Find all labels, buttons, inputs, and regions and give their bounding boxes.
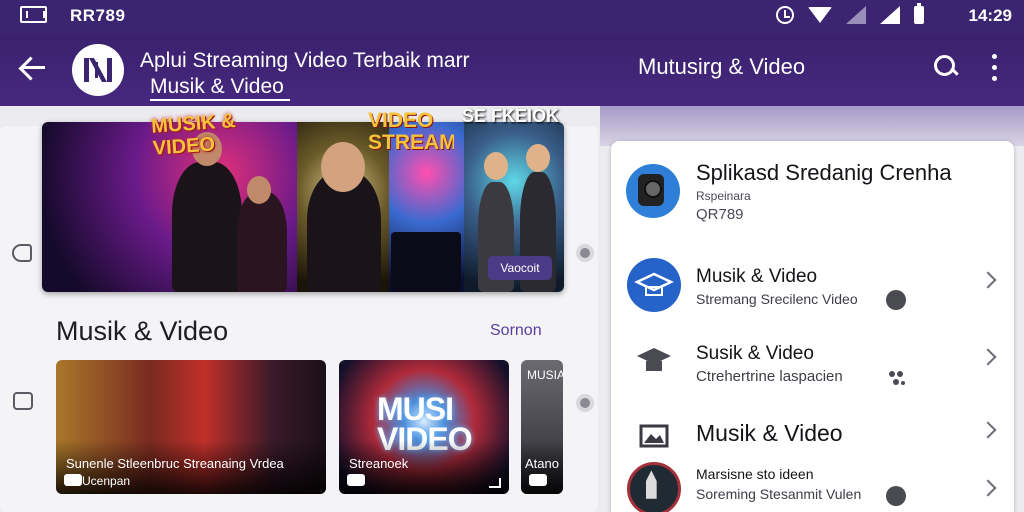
video-tile[interactable]: Sunenle Stleenbruc Streanaing Vrdea Ucen… [56, 360, 326, 494]
tile-title: Sunenle Stleenbruc Streanaing Vrdea [66, 456, 284, 471]
detail-title: Splikasd Sredanig Crenha [696, 160, 952, 185]
mortarboard-icon [627, 334, 681, 388]
rocket-icon [627, 462, 681, 512]
signal-icon [846, 6, 866, 24]
alarm-icon [776, 6, 794, 24]
share-icon [886, 290, 906, 310]
list-item[interactable]: Marsisne sto ideen Soreming Stesanmit Vu… [612, 452, 1012, 512]
clock: 14:29 [968, 6, 1012, 25]
equalizer-icon [489, 478, 501, 488]
graduation-cap-icon [627, 258, 681, 312]
hero-banner[interactable] [42, 122, 564, 292]
nav-home-icon[interactable] [576, 244, 594, 262]
app-bar: Aplui Streaming Video Terbaik marr Musik… [0, 34, 1024, 106]
users-icon [886, 368, 906, 388]
camera-icon [626, 164, 680, 218]
list-item-title: Musik & Video [696, 266, 818, 287]
system-icons [776, 3, 924, 25]
list-item[interactable]: Susik & Video Ctrehertrine laspacien [612, 326, 1012, 402]
chevron-right-icon [979, 271, 997, 289]
chevron-right-icon [979, 479, 997, 497]
app-title: Aplui Streaming Video Terbaik marr [140, 49, 470, 72]
app-logo [72, 44, 124, 96]
logo-mark-icon [84, 58, 112, 82]
tile-title: Atano [525, 456, 559, 471]
carrier-name: RR789 [70, 6, 126, 25]
list-item[interactable]: Musik & Video Stremang Srecilenc Video [612, 248, 1012, 324]
list-item-title: Musik & Video [696, 420, 843, 446]
more-vert-icon[interactable] [980, 50, 1010, 86]
video-tile[interactable]: MUSI VIDEO Streanoek [339, 360, 509, 494]
detail-subtitle: Rspeinara [696, 189, 751, 203]
video-tile[interactable]: MUSIA Atano [521, 360, 563, 494]
tile-badge [529, 474, 547, 486]
detail-code: QR789 [696, 206, 744, 223]
nav-back-icon[interactable] [12, 244, 32, 262]
header-band [600, 106, 1024, 146]
section-title: Musik & Video [56, 316, 229, 346]
hero-headline: MUSIK & VIDEO [150, 109, 237, 160]
section-header-title: Mutusirg & Video [638, 54, 806, 79]
battery-icon [914, 3, 924, 24]
tile-title: Streanoek [349, 456, 409, 471]
list-item-subtitle: Ctrehertrine laspacien [696, 368, 843, 385]
nav-recents-icon[interactable] [13, 392, 33, 410]
hero-headline-3: SE FKEIOK [462, 106, 560, 126]
wifi-icon [808, 7, 832, 23]
list-item-title: Marsisne sto ideen [696, 466, 814, 482]
search-icon[interactable] [928, 50, 962, 84]
back-arrow-icon[interactable] [14, 50, 50, 86]
see-more-link[interactable]: Sornon [490, 322, 542, 340]
list-item-subtitle: Soreming Stesanmit Vulen [696, 486, 862, 502]
chevron-right-icon [979, 421, 997, 439]
list-item-title: Susik & Video [696, 343, 814, 364]
network-icon [20, 6, 47, 23]
chevron-right-icon [979, 348, 997, 366]
hero-watch-button[interactable]: Vaocoit [488, 256, 552, 280]
profile-icon [886, 486, 906, 506]
tile-badge [64, 474, 82, 486]
tile-badge [347, 474, 365, 486]
scroll-indicator[interactable] [576, 394, 594, 412]
status-bar: RR789 14:29 [0, 0, 1024, 34]
list-item-subtitle: Stremang Srecilenc Video [696, 291, 858, 307]
app-subtitle-tab[interactable]: Musik & Video [150, 74, 290, 101]
hero-headline-2: VIDEO STREAM [368, 110, 454, 154]
signal-strong-icon [880, 6, 900, 24]
tile-label: MUSIA [527, 368, 563, 382]
tile-subtitle: Ucenpan [82, 474, 131, 488]
